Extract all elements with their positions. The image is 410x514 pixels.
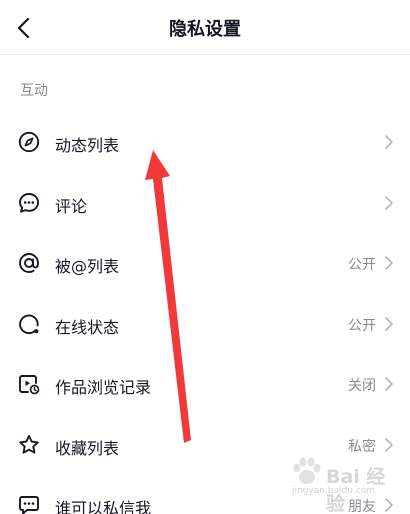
section-label-interaction: 互动 bbox=[20, 83, 48, 99]
setting-label: 动态列表 bbox=[55, 136, 120, 155]
setting-label: 谁可以私信我 bbox=[55, 499, 152, 514]
setting-label: 评论 bbox=[55, 196, 88, 216]
message-icon bbox=[19, 496, 39, 514]
setting-label: 在线状态 bbox=[55, 317, 120, 337]
chevron-right-icon bbox=[385, 498, 393, 512]
header-bar: 隐私设置 bbox=[0, 0, 410, 55]
setting-row-favorites[interactable]: 收藏列表 私密 bbox=[0, 415, 410, 476]
setting-row-online-status[interactable]: 在线状态 公开 bbox=[0, 294, 410, 355]
compass-icon bbox=[18, 131, 40, 153]
at-icon bbox=[19, 253, 39, 273]
online-status-icon bbox=[19, 314, 39, 334]
chevron-right-icon bbox=[385, 195, 393, 210]
chevron-right-icon bbox=[385, 437, 393, 452]
setting-label: 被@列表 bbox=[55, 257, 120, 276]
privacy-settings-screen: 隐私设置 互动 动态列表 评论 被@列表 公开 在线状态 公开 作品浏览记录 关… bbox=[0, 0, 410, 514]
setting-value: 关闭 bbox=[348, 378, 376, 394]
chevron-right-icon bbox=[385, 256, 393, 270]
setting-value: 朋友 bbox=[348, 499, 376, 514]
settings-list: 动态列表 评论 被@列表 公开 在线状态 公开 作品浏览记录 关闭 收藏列表 私… bbox=[0, 112, 410, 514]
chevron-right-icon bbox=[385, 377, 393, 391]
setting-label: 收藏列表 bbox=[55, 438, 120, 458]
setting-value: 公开 bbox=[348, 317, 376, 334]
chevron-right-icon bbox=[385, 316, 393, 331]
comment-icon bbox=[19, 192, 39, 213]
setting-row-comments[interactable]: 评论 bbox=[0, 173, 410, 234]
star-icon bbox=[19, 434, 39, 454]
setting-row-mentions[interactable]: 被@列表 公开 bbox=[0, 233, 410, 294]
setting-value: 公开 bbox=[348, 257, 376, 273]
setting-row-activity-list[interactable]: 动态列表 bbox=[0, 112, 410, 173]
video-history-icon bbox=[19, 375, 40, 395]
setting-row-direct-messages[interactable]: 谁可以私信我 朋友 bbox=[0, 475, 410, 514]
setting-row-view-history[interactable]: 作品浏览记录 关闭 bbox=[0, 354, 410, 415]
setting-value: 私密 bbox=[348, 438, 376, 455]
chevron-right-icon bbox=[385, 135, 393, 149]
setting-label: 作品浏览记录 bbox=[55, 378, 152, 397]
page-title: 隐私设置 bbox=[169, 19, 241, 40]
